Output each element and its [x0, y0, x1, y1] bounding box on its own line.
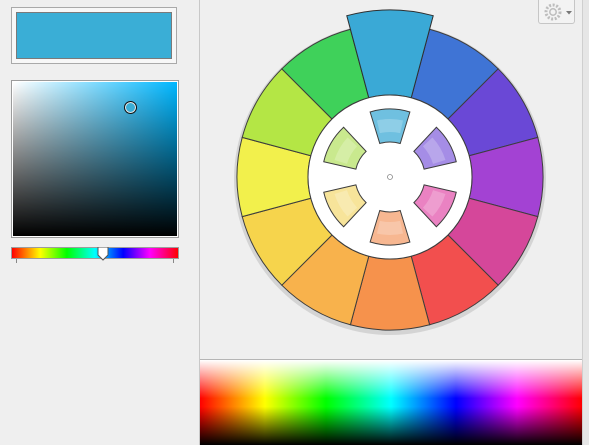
hue-slider-tick-right — [173, 259, 174, 263]
color-spectrum-picker[interactable] — [200, 359, 582, 445]
chevron-down-icon — [566, 11, 572, 15]
gear-icon — [544, 3, 562, 21]
saturation-value-field[interactable] — [13, 82, 177, 236]
wheel-segment-inner-highlight — [376, 119, 404, 134]
hue-slider-handle[interactable] — [97, 247, 109, 261]
current-color-swatch-frame — [11, 7, 177, 64]
color-picker-cursor[interactable] — [124, 101, 137, 114]
wheel-segment-inner-highlight — [376, 220, 404, 235]
left-panel — [0, 0, 199, 445]
current-color-swatch — [16, 12, 172, 59]
hue-slider-tick-left — [16, 259, 17, 263]
options-menu-button[interactable] — [538, 0, 575, 24]
color-wheel-area — [200, 0, 589, 359]
hue-slider[interactable] — [11, 247, 179, 261]
color-wheel[interactable] — [200, 0, 589, 359]
scrollbar-edge[interactable] — [582, 0, 589, 445]
saturation-value-picker[interactable] — [11, 80, 179, 238]
